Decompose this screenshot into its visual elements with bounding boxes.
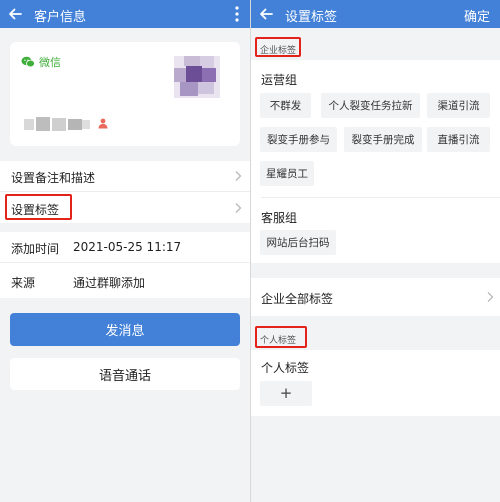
enterprise-tags-card: 运营组 不群发 个人裂变任务拉新 渠道引流 裂变手册参与 裂变手册完成 直播引流… xyxy=(251,60,500,263)
tag-chip[interactable]: 直播引流 xyxy=(427,127,490,152)
tag-chip[interactable]: 不群发 xyxy=(260,93,311,118)
remark-description-row[interactable]: 设置备注和描述 xyxy=(0,161,250,191)
confirm-button[interactable]: 确定 xyxy=(464,6,490,25)
added-time-label: 添加时间 xyxy=(11,242,60,256)
all-enterprise-tags-label: 企业全部标签 xyxy=(261,292,334,306)
voice-call-button[interactable]: 语音通话 xyxy=(10,358,240,390)
send-message-button[interactable]: 发消息 xyxy=(10,313,240,346)
profile-card: 微信 xyxy=(10,42,240,146)
group-divider xyxy=(261,197,500,198)
more-vertical-icon[interactable] xyxy=(232,4,242,24)
page-title: 设置标签 xyxy=(285,10,338,25)
tag-group-title: 客服组 xyxy=(261,211,298,225)
chevron-right-icon xyxy=(235,171,242,181)
set-tags-header: 设置标签 确定 xyxy=(251,0,500,28)
wechat-label: 微信 xyxy=(39,56,61,69)
highlight-box xyxy=(5,194,72,220)
added-time-value: 2021-05-25 11:17 xyxy=(73,240,182,254)
tag-chip[interactable]: 星耀员工 xyxy=(260,161,314,186)
tag-chip[interactable]: 裂变手册完成 xyxy=(344,127,422,152)
source-label: 来源 xyxy=(11,276,36,290)
plus-icon: + xyxy=(279,384,293,402)
add-tag-button[interactable]: + xyxy=(260,381,312,406)
set-tags-screen: 设置标签 确定 企业标签 运营组 不群发 个人裂变任务拉新 渠道引流 裂变手册参… xyxy=(251,0,500,502)
wechat-source: 微信 xyxy=(21,54,61,70)
highlight-box xyxy=(255,326,307,348)
remark-description-label: 设置备注和描述 xyxy=(11,171,96,185)
customer-name xyxy=(22,116,92,132)
tag-group-title: 运营组 xyxy=(261,73,298,87)
chevron-right-icon xyxy=(487,292,494,302)
source-value: 通过群聊添加 xyxy=(73,276,146,290)
tag-chip[interactable]: 网站后台扫码 xyxy=(260,230,336,255)
person-icon xyxy=(98,118,108,129)
customer-info-screen: 客户信息 微信 设置备注和描述 设置标签 添加时间 2021-05-25 11:… xyxy=(0,0,250,502)
added-time-row: 添加时间 2021-05-25 11:17 xyxy=(0,232,250,262)
customer-info-header: 客户信息 xyxy=(0,0,250,28)
chevron-right-icon xyxy=(235,202,242,213)
all-enterprise-tags-row[interactable]: 企业全部标签 xyxy=(251,278,500,316)
back-arrow-icon[interactable] xyxy=(257,5,275,23)
tag-chip[interactable]: 渠道引流 xyxy=(427,93,490,118)
highlight-box xyxy=(255,37,301,57)
page-title: 客户信息 xyxy=(34,10,87,25)
back-arrow-icon[interactable] xyxy=(6,5,24,23)
wechat-icon xyxy=(21,56,35,68)
avatar[interactable] xyxy=(174,56,220,98)
tag-chip[interactable]: 裂变手册参与 xyxy=(260,127,337,152)
tag-chip[interactable]: 个人裂变任务拉新 xyxy=(321,93,420,118)
personal-tags-title: 个人标签 xyxy=(261,361,310,375)
personal-tags-card: 个人标签 + xyxy=(251,350,500,416)
source-row: 来源 通过群聊添加 xyxy=(0,262,250,298)
